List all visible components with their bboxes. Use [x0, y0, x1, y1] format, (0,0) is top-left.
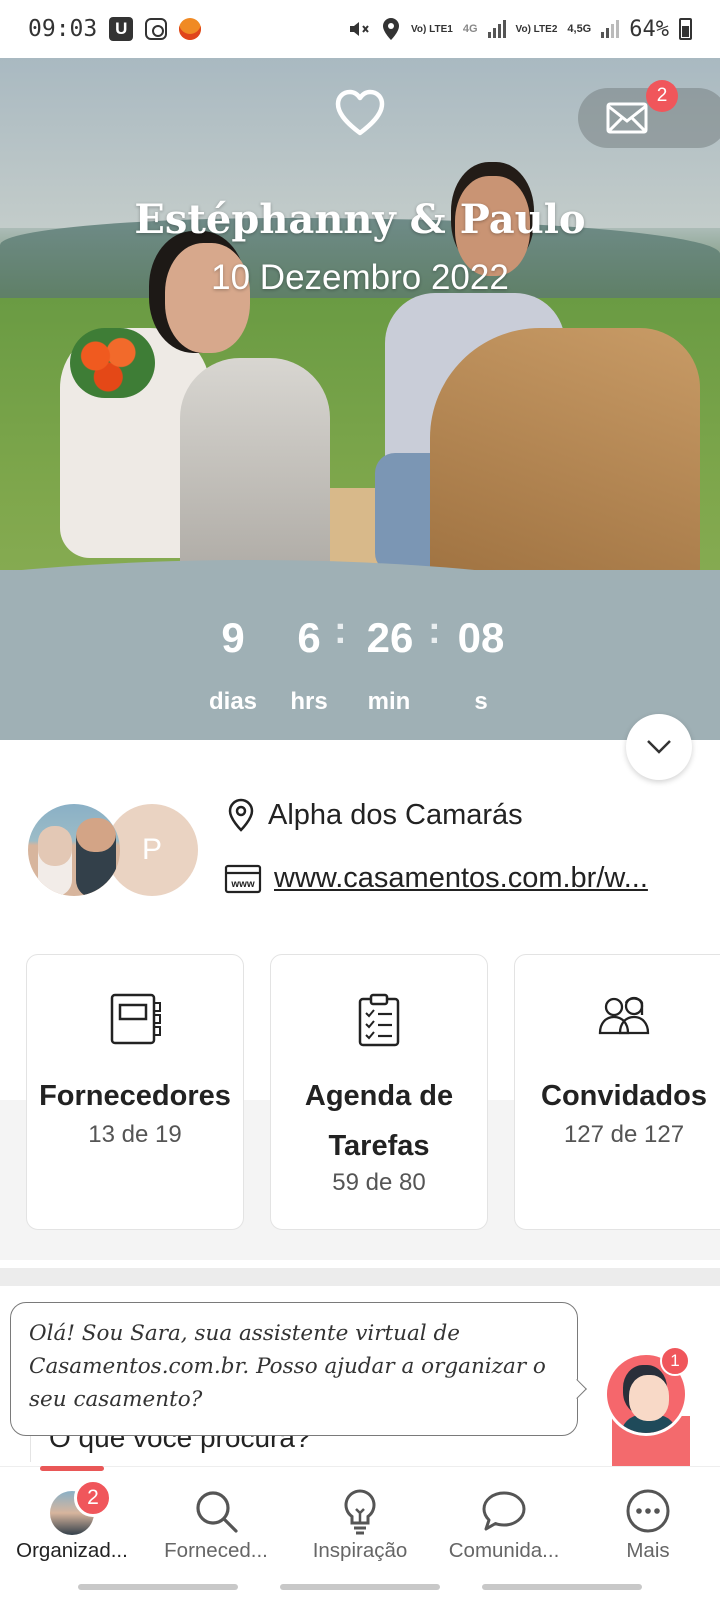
- status-bar: 09:03 U Vo) LTE1 4G Vo) LTE2 4,5G 64%: [0, 0, 720, 58]
- notebook-icon: [110, 993, 161, 1045]
- website-link[interactable]: www.casamentos.com.br/w...: [274, 862, 692, 895]
- card-icon-wrap: [271, 993, 487, 1049]
- section-divider: [0, 1268, 720, 1286]
- hero-banner: 2 Estéphanny & Paulo 10 Dezembro 2022: [0, 58, 720, 618]
- card-title: Fornecedores: [39, 1080, 231, 1112]
- nav-inspiracao[interactable]: Inspiração: [288, 1467, 432, 1575]
- status-time: 09:03: [28, 16, 98, 42]
- guests-icon: [598, 996, 650, 1035]
- nav-mais[interactable]: Mais: [576, 1467, 720, 1575]
- website-icon-text: www: [230, 879, 255, 890]
- location-text: Alpha dos Camarás: [268, 798, 523, 831]
- card-convidados[interactable]: Convidados 127 de 127: [514, 954, 720, 1230]
- gesture-handle-left[interactable]: [78, 1584, 238, 1590]
- messages-badge: 2: [646, 80, 678, 112]
- card-agenda[interactable]: Agenda de Tarefas 59 de 80: [270, 954, 488, 1230]
- countdown-days-label: dias: [208, 688, 258, 715]
- location-row[interactable]: Alpha dos Camarás: [228, 798, 523, 832]
- website-row[interactable]: www www.casamentos.com.br/w...: [224, 862, 692, 895]
- envelope-icon: [606, 102, 648, 134]
- countdown-minutes-label: min: [367, 688, 411, 715]
- bottom-navigation: 2 Organizad... Forneced... Inspiração Co…: [0, 1466, 720, 1574]
- countdown-hours-label: hrs: [290, 688, 328, 715]
- gesture-handle-center[interactable]: [280, 1584, 440, 1590]
- nav-label: Comunida...: [448, 1539, 560, 1562]
- countdown-seconds-label: s: [474, 688, 488, 715]
- card-title: Agenda de Tarefas: [304, 1080, 454, 1162]
- messages-button[interactable]: 2: [578, 80, 720, 148]
- more-icon: [626, 1489, 670, 1533]
- assistant-badge: 1: [660, 1346, 690, 1376]
- sim2-gen: 4,5G: [567, 22, 592, 35]
- sim1-network: Vo) LTE1: [410, 23, 453, 35]
- battery-percent: 64%: [629, 16, 669, 42]
- gesture-handle-right[interactable]: [482, 1584, 642, 1590]
- u-app-icon: U: [109, 17, 134, 41]
- nav-label: Inspiração: [312, 1539, 408, 1562]
- website-icon: www: [224, 864, 262, 893]
- sim2-network: Vo) LTE2: [515, 23, 558, 35]
- signal-2-icon: [601, 20, 620, 38]
- mute-icon: [349, 22, 369, 36]
- location-pin-icon: [228, 798, 254, 832]
- chevron-down-icon: [647, 740, 671, 754]
- couple-names: Estéphanny & Paulo: [134, 196, 586, 243]
- lightbulb-icon: [344, 1489, 376, 1535]
- nav-organizador[interactable]: 2 Organizad...: [0, 1467, 144, 1575]
- assistant-message-bubble[interactable]: Olá! Sou Sara, sua assistente virtual de…: [10, 1302, 578, 1436]
- couple-avatar[interactable]: [28, 804, 120, 896]
- sim1-gen: 4G: [462, 22, 478, 35]
- nav-comunidade[interactable]: Comunida...: [432, 1467, 576, 1575]
- heart-icon[interactable]: [334, 88, 386, 140]
- card-icon-wrap: [27, 993, 243, 1049]
- checklist-icon: [358, 993, 400, 1047]
- nav-label: Forneced...: [164, 1539, 268, 1562]
- nav-label: Mais: [626, 1539, 670, 1562]
- assistant-face: [629, 1375, 669, 1421]
- instagram-icon: [145, 18, 168, 40]
- nav-badge: 2: [74, 1479, 112, 1517]
- search-icon: [196, 1491, 238, 1533]
- avatar-person-1: [38, 826, 72, 896]
- app-notification-icon: [179, 18, 202, 40]
- flower-bouquet: [70, 328, 155, 398]
- active-tab-indicator: [40, 1466, 104, 1471]
- card-title: Convidados: [541, 1080, 707, 1112]
- app-screen: 09:03 U Vo) LTE1 4G Vo) LTE2 4,5G 64% 2 …: [0, 0, 720, 1600]
- card-subtitle: 127 de 127: [563, 1121, 685, 1148]
- avatar-person-2: [76, 818, 116, 896]
- signal-1-icon: [487, 20, 506, 38]
- countdown-wave: [0, 560, 720, 622]
- card-subtitle: 59 de 80: [332, 1169, 426, 1196]
- system-gesture-bar: [0, 1574, 720, 1600]
- card-fornecedores[interactable]: Fornecedores 13 de 19: [26, 954, 244, 1230]
- card-icon-wrap: [515, 993, 720, 1049]
- nav-label: Organizad...: [16, 1539, 128, 1562]
- nav-fornecedores[interactable]: Forneced...: [144, 1467, 288, 1575]
- chat-bubble-icon: [482, 1491, 526, 1531]
- location-icon: [382, 18, 399, 40]
- battery-icon: [679, 18, 692, 40]
- expand-button[interactable]: [626, 714, 692, 780]
- card-subtitle: 13 de 19: [88, 1121, 182, 1148]
- wedding-date: 10 Dezembro 2022: [211, 258, 509, 297]
